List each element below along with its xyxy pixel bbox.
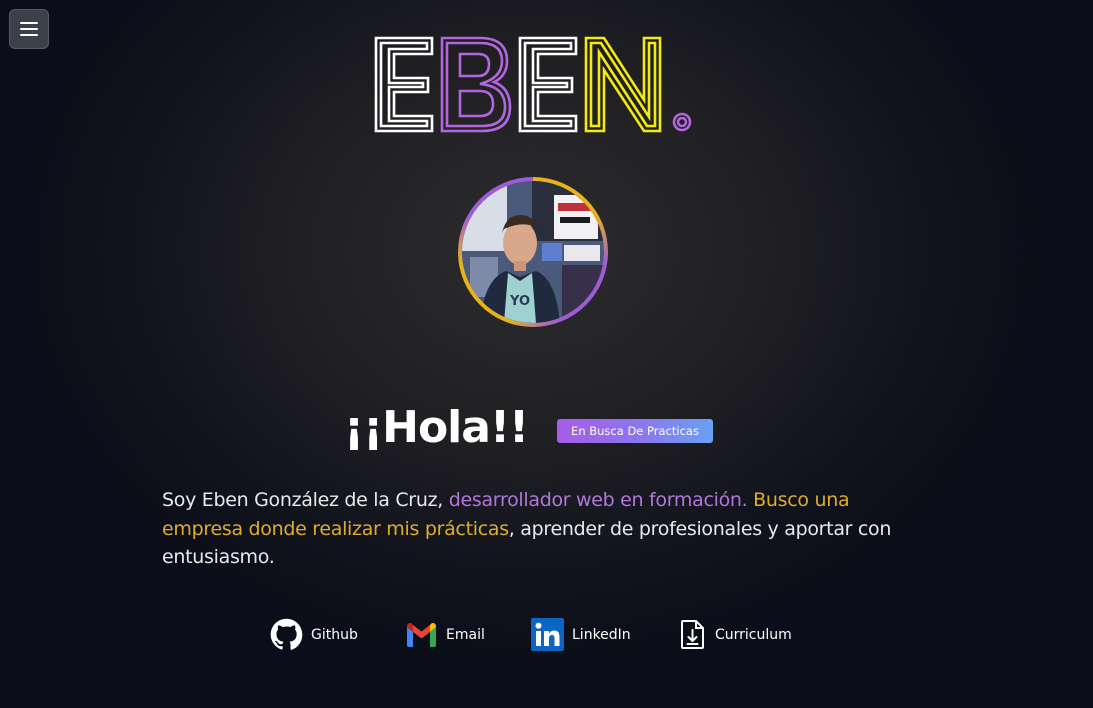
profile-photo: YO	[462, 181, 604, 323]
github-icon	[270, 618, 303, 650]
svg-text:YO: YO	[509, 294, 530, 309]
site-logo	[374, 36, 692, 133]
file-download-icon	[681, 620, 704, 649]
greeting-heading: ¡¡Hola!!	[344, 402, 529, 453]
status-badge: En Busca De Practicas	[557, 419, 713, 443]
linkedin-link-label: LinkedIn	[572, 626, 631, 643]
github-link-label: Github	[311, 626, 358, 643]
curriculum-link-label: Curriculum	[715, 626, 792, 643]
email-link[interactable]: Email	[405, 618, 485, 651]
avatar-ring: YO	[458, 177, 608, 327]
linkedin-link[interactable]: LinkedIn	[531, 618, 631, 651]
intro-paragraph: Soy Eben González de la Cruz, desarrolla…	[162, 486, 922, 572]
social-links: Github Email LinkedIn Curriculum	[0, 618, 1093, 652]
email-link-label: Email	[446, 626, 485, 643]
linkedin-icon	[531, 618, 564, 651]
avatar: YO	[462, 181, 604, 323]
logo-dot	[672, 112, 692, 132]
curriculum-link[interactable]: Curriculum	[678, 618, 792, 651]
github-link[interactable]: Github	[270, 618, 358, 651]
intro-text-1: Soy Eben González de la Cruz,	[162, 489, 449, 511]
menu-button[interactable]	[9, 9, 49, 49]
intro-highlight-role: desarrollador web en formación.	[448, 489, 748, 511]
logo-letter-n	[584, 36, 662, 133]
gmail-icon	[407, 623, 436, 647]
logo-letter-e1	[374, 36, 434, 133]
hamburger-icon	[20, 22, 38, 36]
logo-letter-e2	[518, 36, 578, 133]
logo-letter-b	[440, 36, 512, 133]
